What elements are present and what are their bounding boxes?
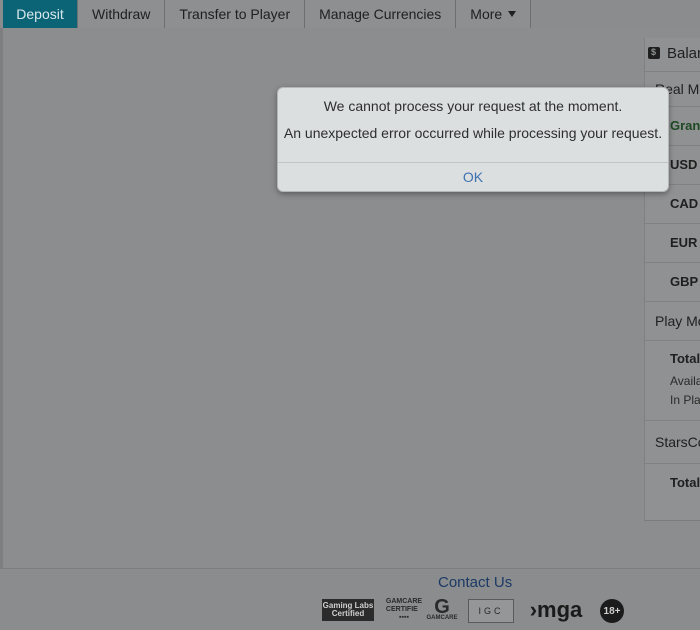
ok-button[interactable]: OK xyxy=(278,163,668,191)
stars-total-row: Total xyxy=(645,463,700,501)
currency-eur: EUR xyxy=(670,235,698,250)
mga-logo[interactable]: › mga xyxy=(520,597,592,622)
age-18-icon: 18+ xyxy=(600,599,624,623)
tab-withdraw-label: Withdraw xyxy=(92,6,151,22)
play-money-section: Play Mo xyxy=(645,301,700,339)
age-18-text: 18+ xyxy=(603,605,621,617)
balance-header: Balan xyxy=(645,38,700,68)
currency-usd: USD xyxy=(670,157,698,172)
stars-coin-label: StarsCo xyxy=(655,434,700,450)
mga-arrow-icon: › xyxy=(529,597,538,622)
tab-transfer-label: Transfer to Player xyxy=(179,6,291,22)
gamcare-g-logo[interactable]: G GAMCARE xyxy=(426,596,458,621)
gamcare-bars: ▪▪▪▪ xyxy=(399,614,409,621)
gaming-labs-logo[interactable]: Gaming Labs Certified xyxy=(322,599,374,621)
contact-us-link[interactable]: Contact Us xyxy=(438,574,512,591)
currency-gbp: GBP xyxy=(670,274,699,289)
currency-row-eur[interactable]: EUR xyxy=(645,223,700,261)
igc-text: IGC xyxy=(478,606,504,616)
stars-total-label: Total xyxy=(670,475,700,490)
error-dialog: We cannot process your request at the mo… xyxy=(277,87,669,192)
mga-text: mga xyxy=(537,597,583,622)
currency-row-gbp[interactable]: GBP xyxy=(645,262,700,300)
tab-withdraw[interactable]: Withdraw xyxy=(78,0,166,28)
gamcare-g-sub: GAMCARE xyxy=(426,615,458,621)
top-nav: Deposit Withdraw Transfer to Player Mana… xyxy=(0,0,700,29)
igc-logo[interactable]: IGC xyxy=(468,599,514,623)
wallet-icon xyxy=(648,47,660,59)
gamcare-g-text: G xyxy=(434,596,450,618)
tab-deposit-label: Deposit xyxy=(16,6,64,22)
balance-title: Balan xyxy=(667,44,700,62)
tab-manage-currencies-label: Manage Currencies xyxy=(319,6,442,22)
play-money-label: Play Mo xyxy=(655,312,700,329)
gaming-labs-text: Gaming Labs Certified xyxy=(322,601,374,618)
footer: Contact Us Gaming Labs Certified GAMCARE… xyxy=(0,568,700,630)
caret-down-icon xyxy=(508,11,517,17)
available-label: Availa xyxy=(670,374,700,388)
error-message-title: We cannot process your request at the mo… xyxy=(323,98,623,114)
grand-label: Grand xyxy=(670,118,700,133)
tab-manage-currencies[interactable]: Manage Currencies xyxy=(305,0,457,28)
in-play-label: In Pla xyxy=(670,393,700,407)
gamcare-certified-logo[interactable]: GAMCARE CERTIFIE ▪▪▪▪ xyxy=(385,598,423,621)
error-message-detail: An unexpected error occurred while proce… xyxy=(283,125,663,141)
currency-cad: CAD xyxy=(670,196,699,211)
tab-more-label: More xyxy=(470,6,503,22)
stars-coin-section: StarsCo xyxy=(645,420,700,463)
gamcare-text: GAMCARE CERTIFIE xyxy=(385,598,423,613)
play-total-label: Total xyxy=(670,351,700,366)
tab-more[interactable]: More xyxy=(456,0,532,28)
tab-transfer-to-player[interactable]: Transfer to Player xyxy=(165,0,306,28)
tab-deposit[interactable]: Deposit xyxy=(3,0,78,28)
